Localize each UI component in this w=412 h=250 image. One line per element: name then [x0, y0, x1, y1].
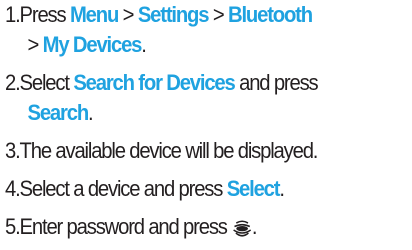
step-text: Press	[19, 2, 67, 27]
step-2-line-2: Search.	[5, 98, 370, 128]
instruction-steps: 1.Press Menu > Settings > Bluetooth > My Devic…	[5, 0, 410, 250]
settings-keyword: Settings	[137, 2, 210, 27]
menu-keyword: Menu	[69, 2, 119, 27]
step-5-line-1: 5.Enter password and press.	[5, 212, 370, 242]
step-text: Select a device and press	[19, 176, 224, 201]
search-for-devices-keyword: Search for Devices	[73, 70, 235, 95]
step-4: 4.Select a device and press Select.	[5, 174, 370, 204]
step-text: The available device will be displayed.	[19, 138, 319, 163]
ok-key-icon	[233, 215, 252, 237]
path-separator: >	[122, 2, 135, 27]
step-1-line-2: > My Devices.	[5, 30, 370, 60]
step-text: and press	[239, 70, 319, 95]
step-number: 5.	[5, 214, 21, 239]
bluetooth-keyword: Bluetooth	[228, 2, 313, 27]
step-number: 4.	[5, 176, 21, 201]
step-1: 1.Press Menu > Settings > Bluetooth > My Devic…	[5, 0, 370, 60]
path-separator: >	[27, 32, 40, 57]
step-number: 2.	[5, 70, 21, 95]
step-end: .	[88, 100, 94, 125]
step-end: .	[279, 176, 285, 201]
step-1-line-1: 1.Press Menu > Settings > Bluetooth	[5, 0, 370, 30]
step-5: 5.Enter password and press.	[5, 212, 370, 242]
step-text: Enter password and press	[19, 214, 228, 239]
step-2: 2.Select Search for Devices and press Sear…	[5, 68, 370, 128]
step-text: Select	[19, 70, 70, 95]
step-end: .	[141, 32, 147, 57]
my-devices-keyword: My Devices	[42, 32, 143, 57]
search-keyword: Search	[27, 100, 90, 125]
step-2-line-1: 2.Select Search for Devices and press	[5, 68, 370, 98]
select-keyword: Select	[226, 176, 281, 201]
step-3: 3.The available device will be displayed…	[5, 136, 370, 166]
step-4-line-1: 4.Select a device and press Select.	[5, 174, 370, 204]
step-number: 3.	[5, 138, 21, 163]
step-end: .	[251, 214, 258, 239]
step-number: 1.	[5, 2, 21, 27]
path-separator: >	[212, 2, 225, 27]
step-3-line-1: 3.The available device will be displayed…	[5, 136, 370, 166]
